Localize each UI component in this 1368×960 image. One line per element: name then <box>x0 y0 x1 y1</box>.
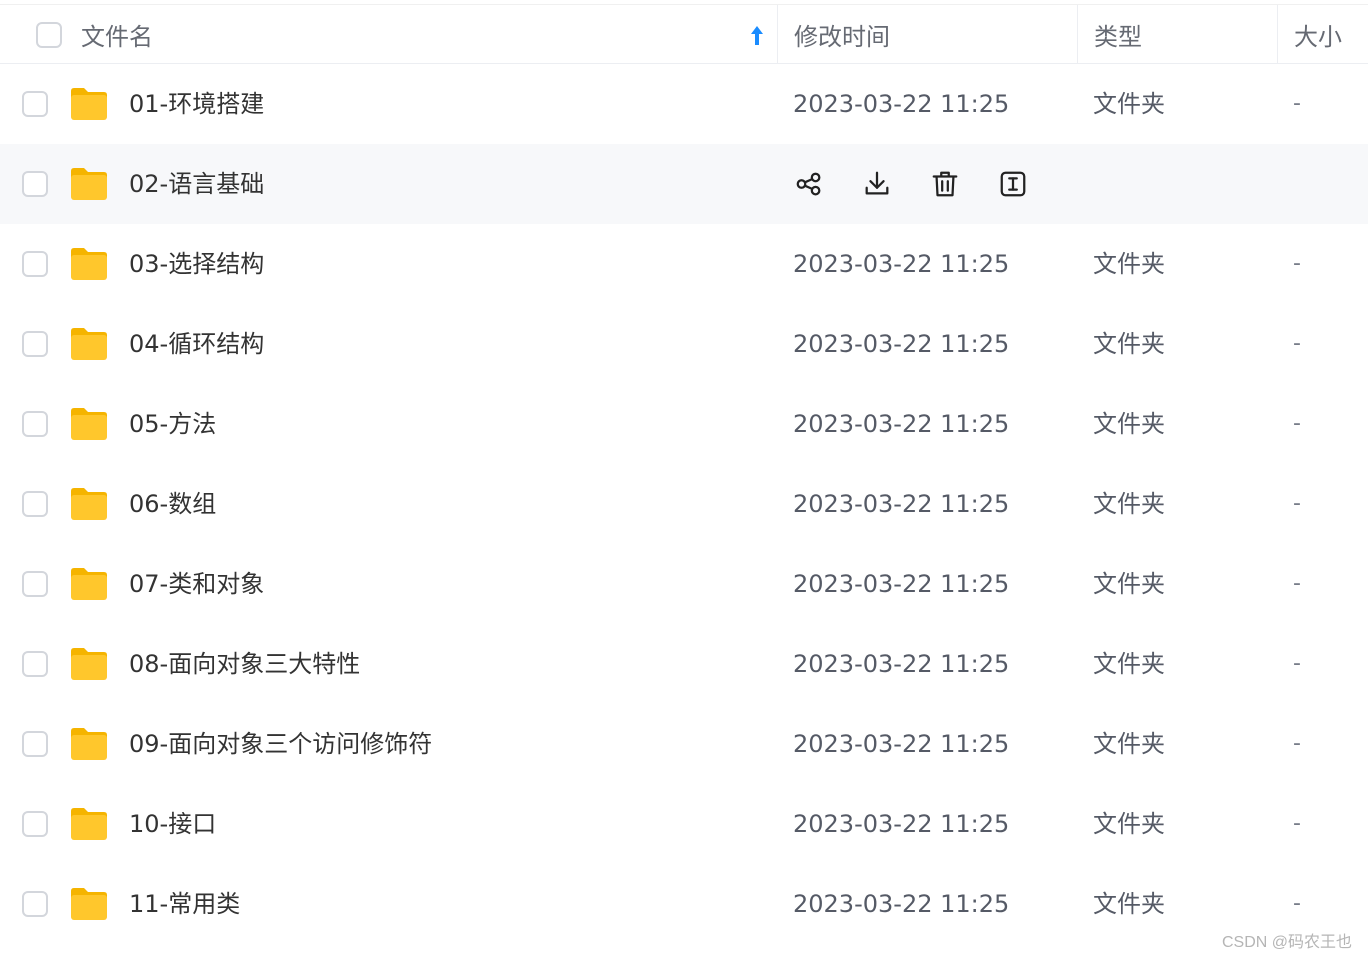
row-checkbox[interactable] <box>22 731 48 757</box>
row-checkbox[interactable] <box>22 331 48 357</box>
column-header-name[interactable]: 文件名 <box>0 5 777 63</box>
row-checkbox[interactable] <box>22 571 48 597</box>
folder-icon <box>69 886 109 922</box>
file-row[interactable]: 02-语言基础 <box>0 144 1368 224</box>
file-row[interactable]: 08-面向对象三大特性 2023-03-22 11:25 文件夹 - <box>0 624 1368 704</box>
file-row[interactable]: 07-类和对象 2023-03-22 11:25 文件夹 - <box>0 544 1368 624</box>
file-size: - <box>1293 571 1301 596</box>
file-name[interactable]: 04-循环结构 <box>129 304 264 384</box>
file-size: - <box>1293 731 1301 756</box>
row-checkbox[interactable] <box>22 411 48 437</box>
file-modified-time: 2023-03-22 11:25 <box>793 650 1010 678</box>
file-name[interactable]: 01-环境搭建 <box>129 64 264 144</box>
row-checkbox[interactable] <box>22 91 48 117</box>
file-name[interactable]: 06-数组 <box>129 464 216 544</box>
file-name[interactable]: 05-方法 <box>129 384 216 464</box>
file-size: - <box>1293 411 1301 436</box>
folder-icon <box>69 726 109 762</box>
row-checkbox[interactable] <box>22 651 48 677</box>
file-name[interactable]: 10-接口 <box>129 784 216 864</box>
file-name[interactable]: 07-类和对象 <box>129 544 264 624</box>
file-type: 文件夹 <box>1093 650 1165 678</box>
folder-icon <box>69 86 109 122</box>
file-row[interactable]: 09-面向对象三个访问修饰符 2023-03-22 11:25 文件夹 - <box>0 704 1368 784</box>
column-header-size-label: 大小 <box>1294 22 1342 51</box>
column-header-modified[interactable]: 修改时间 <box>777 5 1077 63</box>
select-all-checkbox[interactable] <box>36 22 62 48</box>
file-name[interactable]: 09-面向对象三个访问修饰符 <box>129 704 432 784</box>
delete-icon[interactable] <box>929 168 961 200</box>
file-modified-time: 2023-03-22 11:25 <box>793 90 1010 118</box>
file-type: 文件夹 <box>1093 890 1165 918</box>
row-checkbox[interactable] <box>22 251 48 277</box>
row-actions <box>793 168 1065 200</box>
folder-icon <box>69 486 109 522</box>
row-checkbox[interactable] <box>22 491 48 517</box>
folder-icon <box>69 326 109 362</box>
file-modified-time: 2023-03-22 11:25 <box>793 490 1010 518</box>
file-size: - <box>1293 251 1301 276</box>
file-type: 文件夹 <box>1093 250 1165 278</box>
file-name[interactable]: 02-语言基础 <box>129 144 264 224</box>
file-list-header: 文件名 修改时间 类型 大小 <box>0 4 1368 64</box>
file-type: 文件夹 <box>1093 570 1165 598</box>
file-row[interactable]: 03-选择结构 2023-03-22 11:25 文件夹 - <box>0 224 1368 304</box>
file-type: 文件夹 <box>1093 330 1165 358</box>
file-type: 文件夹 <box>1093 410 1165 438</box>
file-modified-time: 2023-03-22 11:25 <box>793 410 1010 438</box>
column-header-modified-label: 修改时间 <box>794 22 890 51</box>
column-header-size[interactable]: 大小 <box>1277 5 1368 63</box>
row-checkbox[interactable] <box>22 891 48 917</box>
download-icon[interactable] <box>861 168 893 200</box>
file-row[interactable]: 11-常用类 2023-03-22 11:25 文件夹 - <box>0 864 1368 944</box>
column-header-type-label: 类型 <box>1094 22 1142 51</box>
watermark: CSDN @码农王也 <box>1221 934 1352 951</box>
file-modified-time: 2023-03-22 11:25 <box>793 730 1010 758</box>
file-size: - <box>1293 91 1301 116</box>
file-type: 文件夹 <box>1093 490 1165 518</box>
file-size: - <box>1293 491 1301 516</box>
file-row[interactable]: 10-接口 2023-03-22 11:25 文件夹 - <box>0 784 1368 864</box>
file-name[interactable]: 08-面向对象三大特性 <box>129 624 360 704</box>
file-name[interactable]: 11-常用类 <box>129 864 240 944</box>
folder-icon <box>69 166 109 202</box>
file-modified-time: 2023-03-22 11:25 <box>793 250 1010 278</box>
file-modified-time: 2023-03-22 11:25 <box>793 890 1010 918</box>
file-type: 文件夹 <box>1093 730 1165 758</box>
sort-ascending-arrow-icon[interactable] <box>749 25 765 47</box>
column-header-name-label: 文件名 <box>81 22 153 51</box>
file-row[interactable]: 04-循环结构 2023-03-22 11:25 文件夹 - <box>0 304 1368 384</box>
file-row[interactable]: 01-环境搭建 2023-03-22 11:25 文件夹 - <box>0 64 1368 144</box>
file-size: - <box>1293 811 1301 836</box>
folder-icon <box>69 406 109 442</box>
row-checkbox[interactable] <box>22 171 48 197</box>
file-list: 01-环境搭建 2023-03-22 11:25 文件夹 - 02-语言基础 03-选择结… <box>0 64 1368 944</box>
file-row[interactable]: 05-方法 2023-03-22 11:25 文件夹 - <box>0 384 1368 464</box>
rename-icon[interactable] <box>997 168 1029 200</box>
file-size: - <box>1293 651 1301 676</box>
folder-icon <box>69 566 109 602</box>
file-row[interactable]: 06-数组 2023-03-22 11:25 文件夹 - <box>0 464 1368 544</box>
folder-icon <box>69 646 109 682</box>
file-type: 文件夹 <box>1093 810 1165 838</box>
file-size: - <box>1293 331 1301 356</box>
file-modified-time: 2023-03-22 11:25 <box>793 810 1010 838</box>
folder-icon <box>69 806 109 842</box>
folder-icon <box>69 246 109 282</box>
file-modified-time: 2023-03-22 11:25 <box>793 330 1010 358</box>
share-icon[interactable] <box>793 168 825 200</box>
file-type: 文件夹 <box>1093 90 1165 118</box>
file-modified-time: 2023-03-22 11:25 <box>793 570 1010 598</box>
column-header-type[interactable]: 类型 <box>1077 5 1277 63</box>
row-checkbox[interactable] <box>22 811 48 837</box>
file-name[interactable]: 03-选择结构 <box>129 224 264 304</box>
